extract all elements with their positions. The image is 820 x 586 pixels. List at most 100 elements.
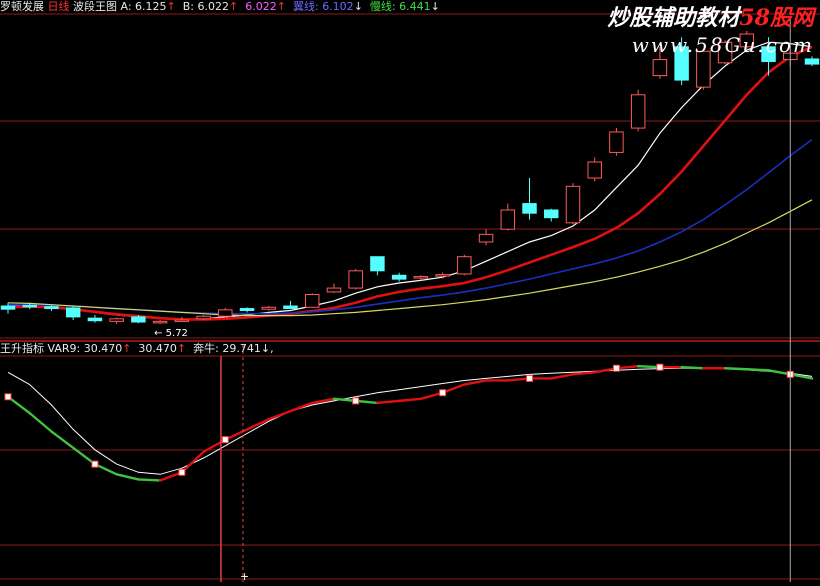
indicator-name: 波段王图 [73,0,117,13]
d-value: 6.102 [322,0,354,13]
var9-marker [178,468,186,476]
a-arrow: ↑ [166,0,176,13]
candle [609,128,624,156]
candle [304,293,320,308]
candle-body [87,317,103,322]
var9-segment [463,379,488,386]
var9-marker [612,364,620,372]
grid-layer [0,13,820,580]
candle [65,306,81,321]
a-value: 6.125 [135,0,167,13]
candle [87,314,103,323]
watermark: 炒股辅助教材58股网 www.58Gu.com [607,4,814,58]
watermark-url: www.58Gu.com [631,33,814,57]
candle-body [652,59,668,77]
ma-blue-line [8,138,813,315]
c-arrow: ↑ [276,0,286,13]
var9-segment [680,366,705,370]
candle-body [261,306,276,310]
candle [261,306,276,311]
var9-segment [311,397,336,405]
candle [457,254,472,276]
bull-arrow: ↓ [260,342,271,355]
var9-marker [221,436,229,444]
candle-body [218,309,233,317]
b-value: 6.022 [197,0,230,13]
var9-marker [352,397,360,405]
candle-body [326,287,342,293]
candle-body [370,256,385,272]
candle-body [435,274,450,277]
trailing-comma: , [270,342,274,355]
candle [587,157,602,182]
var9-marker [91,460,99,468]
candle [109,317,124,324]
b-label: B: [182,0,195,13]
e-value: 6.441 [399,0,431,13]
var9-segment [289,401,314,413]
e-arrow: ↓ [430,0,440,13]
candle-body [304,293,320,308]
candle-body [522,203,537,214]
a-label: A: [120,0,132,13]
candle-body [44,306,59,310]
candle [326,283,342,294]
candle-body [630,94,646,129]
e-label: 慢线: [369,0,396,13]
candle-body [196,315,211,320]
candle [500,203,516,231]
var9-segment [745,368,770,372]
var9-label: VAR9: [47,342,81,355]
candle-body [239,308,255,311]
var9-segment [137,478,162,482]
var9-segment [267,409,292,421]
var9-arrow-1: ↑ [122,342,132,355]
candle-body [391,274,407,280]
var9-marker [439,389,447,397]
d-arrow: ↓ [353,0,363,13]
low-price-label: ← 5.72 [154,328,188,339]
b-arrow: ↑ [229,0,239,13]
candle-body [22,304,37,308]
candle-body [109,318,124,322]
candle-body [65,307,81,318]
candle-body [544,209,559,219]
candle [370,256,385,276]
candle-body [565,185,581,224]
main-panel-header: 罗顿发展 日线 波段王图 A: 6.125↑, B: 6.022↑, 6.022… [0,0,440,13]
watermark-title-red: 58股网 [739,5,814,31]
candle [152,320,168,324]
candle [478,229,494,246]
bull-line [7,367,813,475]
var9-segment [376,399,401,405]
candle [522,178,537,220]
var9-value-1: 30.470 [83,342,123,355]
candle [391,272,407,282]
candle [348,268,363,290]
var9-segment [723,367,749,371]
candle-body [413,276,429,279]
candle-body [283,305,298,310]
ma-white-line [7,41,813,321]
candle [218,307,233,318]
var9-marker [526,374,534,382]
candlestick-layer: ← 5.72 [0,30,820,339]
var9-segment [50,430,75,449]
candle-body [478,233,494,243]
ma-yellow-line [7,199,813,317]
indicator-layer [4,363,814,482]
candle-body [0,305,16,310]
candle [565,183,581,225]
chart-stage[interactable]: ← 5.72 + 罗顿发展 日线 波段王图 A: 6.125↑, B: 6.02… [0,0,820,583]
candle-body [457,256,472,275]
chart-canvas[interactable]: ← 5.72 + [0,0,820,583]
stock-name: 罗顿发展 [0,0,44,13]
candle-body [587,161,602,179]
c-value: 6.022 [245,0,277,13]
sub-indicator-name: 王升指标 [0,342,44,355]
candle-body [131,316,146,323]
candle-body [348,270,363,289]
cursor-marker: + [240,570,249,582]
moving-average-layer [7,41,813,321]
watermark-title-text: 炒股辅助教材 [607,5,740,31]
